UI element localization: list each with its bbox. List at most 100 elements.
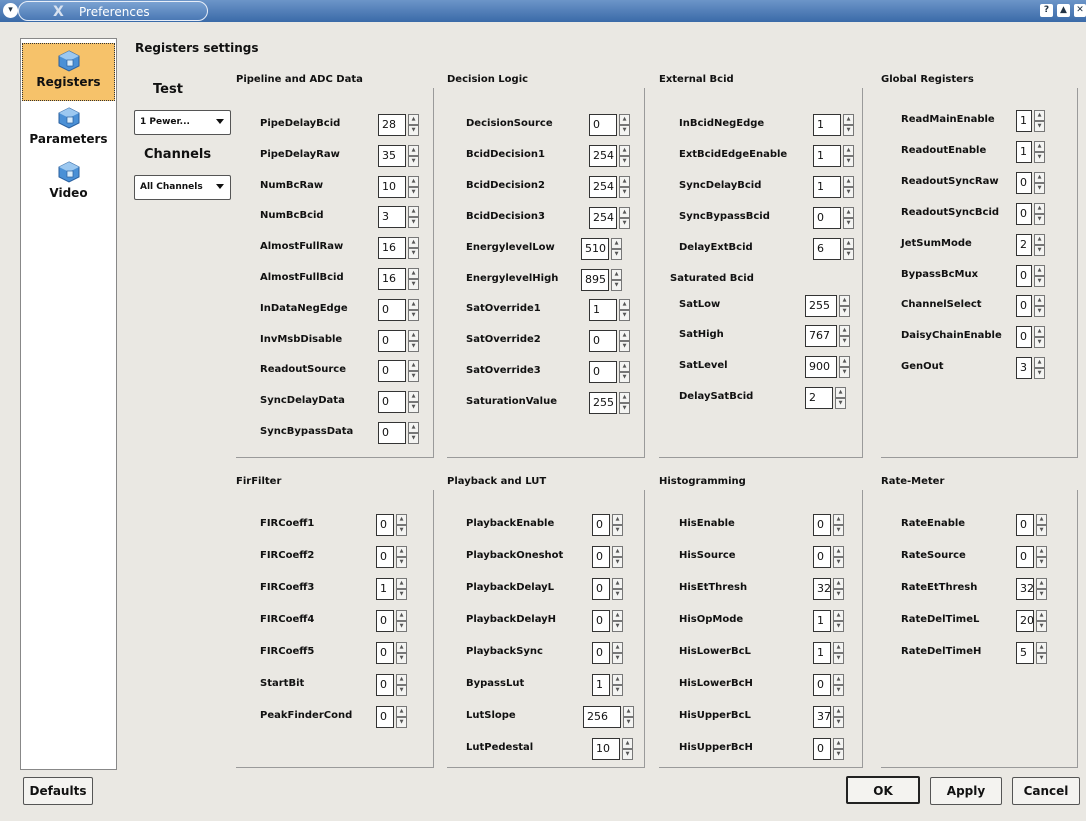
spinbox-value[interactable]: 1 [589,299,617,321]
register-spinbox[interactable]: 1 ▲ ▼ [1016,141,1045,163]
spin-up-icon[interactable]: ▲ [1034,295,1045,306]
spin-buttons[interactable]: ▲ ▼ [1036,578,1047,600]
spin-up-icon[interactable]: ▲ [1036,546,1047,557]
register-spinbox[interactable]: 1 ▲ ▼ [592,674,623,696]
spin-buttons[interactable]: ▲ ▼ [1034,234,1045,256]
spin-up-icon[interactable]: ▲ [1034,110,1045,121]
spin-buttons[interactable]: ▲ ▼ [1036,546,1047,568]
spin-buttons[interactable]: ▲ ▼ [619,176,630,198]
spin-down-icon[interactable]: ▼ [833,685,844,696]
spin-buttons[interactable]: ▲ ▼ [843,176,854,198]
spin-buttons[interactable]: ▲ ▼ [611,238,622,260]
spin-up-icon[interactable]: ▲ [612,514,623,525]
register-spinbox[interactable]: 0 ▲ ▼ [589,114,630,136]
register-spinbox[interactable]: 0 ▲ ▼ [1016,295,1045,317]
spin-buttons[interactable]: ▲ ▼ [612,610,623,632]
register-spinbox[interactable]: 32 ▲ ▼ [813,578,844,600]
spin-down-icon[interactable]: ▼ [612,685,623,696]
spin-up-icon[interactable]: ▲ [408,330,419,341]
register-spinbox[interactable]: 0 ▲ ▼ [592,610,623,632]
spinbox-value[interactable]: 0 [378,299,406,321]
spin-down-icon[interactable]: ▼ [839,367,850,378]
register-spinbox[interactable]: 0 ▲ ▼ [1016,546,1047,568]
spinbox-value[interactable]: 0 [589,114,617,136]
spin-up-icon[interactable]: ▲ [839,356,850,367]
spin-buttons[interactable]: ▲ ▼ [1036,514,1047,536]
register-spinbox[interactable]: 1 ▲ ▼ [813,642,844,664]
spin-up-icon[interactable]: ▲ [835,387,846,398]
spin-down-icon[interactable]: ▼ [408,217,419,228]
spin-buttons[interactable]: ▲ ▼ [839,325,850,347]
spinbox-value[interactable]: 767 [805,325,837,347]
spinbox-value[interactable]: 0 [592,642,610,664]
spinbox-value[interactable]: 35 [378,145,406,167]
spin-up-icon[interactable]: ▲ [1034,141,1045,152]
spin-down-icon[interactable]: ▼ [839,336,850,347]
spin-up-icon[interactable]: ▲ [408,422,419,433]
register-spinbox[interactable]: 0 ▲ ▼ [813,738,844,760]
spin-down-icon[interactable]: ▼ [396,685,407,696]
spin-up-icon[interactable]: ▲ [619,207,630,218]
spinbox-value[interactable]: 254 [589,176,617,198]
register-spinbox[interactable]: 0 ▲ ▼ [376,674,407,696]
spinbox-value[interactable]: 0 [376,642,394,664]
register-spinbox[interactable]: 255 ▲ ▼ [589,392,630,414]
spin-up-icon[interactable]: ▲ [408,145,419,156]
spin-down-icon[interactable]: ▼ [1034,337,1045,348]
spinbox-value[interactable]: 254 [589,145,617,167]
register-spinbox[interactable]: 5 ▲ ▼ [1016,642,1047,664]
spin-up-icon[interactable]: ▲ [611,269,622,280]
register-spinbox[interactable]: 254 ▲ ▼ [589,207,630,229]
register-spinbox[interactable]: 767 ▲ ▼ [805,325,850,347]
spin-down-icon[interactable]: ▼ [619,125,630,136]
spinbox-value[interactable]: 0 [592,546,610,568]
spinbox-value[interactable]: 10 [378,176,406,198]
spinbox-value[interactable]: 510 [581,238,609,260]
spin-up-icon[interactable]: ▲ [396,706,407,717]
spin-down-icon[interactable]: ▼ [396,717,407,728]
register-spinbox[interactable]: 0 ▲ ▼ [813,514,844,536]
spin-down-icon[interactable]: ▼ [622,749,633,760]
spin-down-icon[interactable]: ▼ [833,653,844,664]
register-spinbox[interactable]: 0 ▲ ▼ [378,391,419,413]
channels-select[interactable]: All Channels [134,175,231,200]
register-spinbox[interactable]: 3 ▲ ▼ [378,206,419,228]
apply-button[interactable]: Apply [930,777,1002,805]
spin-buttons[interactable]: ▲ ▼ [843,145,854,167]
register-spinbox[interactable]: 2 ▲ ▼ [1016,234,1045,256]
spin-buttons[interactable]: ▲ ▼ [1034,295,1045,317]
spin-buttons[interactable]: ▲ ▼ [396,642,407,664]
spinbox-value[interactable]: 255 [589,392,617,414]
spin-buttons[interactable]: ▲ ▼ [408,268,419,290]
close-icon[interactable]: ✕ [1074,4,1086,17]
spinbox-value[interactable]: 1 [813,610,831,632]
spinbox-value[interactable]: 0 [813,738,831,760]
spin-down-icon[interactable]: ▼ [396,653,407,664]
spin-down-icon[interactable]: ▼ [833,525,844,536]
spinbox-value[interactable]: 900 [805,356,837,378]
register-spinbox[interactable]: 0 ▲ ▼ [376,514,407,536]
register-spinbox[interactable]: 0 ▲ ▼ [1016,514,1047,536]
spin-buttons[interactable]: ▲ ▼ [839,356,850,378]
spin-buttons[interactable]: ▲ ▼ [623,706,634,728]
spin-down-icon[interactable]: ▼ [408,125,419,136]
spinbox-value[interactable]: 0 [1016,514,1034,536]
spin-up-icon[interactable]: ▲ [843,238,854,249]
cancel-button[interactable]: Cancel [1012,777,1080,805]
spin-up-icon[interactable]: ▲ [1036,642,1047,653]
spinbox-value[interactable]: 1 [592,674,610,696]
spin-down-icon[interactable]: ▼ [396,525,407,536]
spinbox-value[interactable]: 0 [378,330,406,352]
register-spinbox[interactable]: 0 ▲ ▼ [1016,203,1045,225]
spin-up-icon[interactable]: ▲ [619,392,630,403]
register-spinbox[interactable]: 6 ▲ ▼ [813,238,854,260]
spin-buttons[interactable]: ▲ ▼ [408,360,419,382]
spin-buttons[interactable]: ▲ ▼ [611,269,622,291]
register-spinbox[interactable]: 255 ▲ ▼ [805,295,850,317]
register-spinbox[interactable]: 35 ▲ ▼ [378,145,419,167]
title-bar[interactable]: ▾ X Preferences ? ▲ ✕ [0,0,1086,22]
spinbox-value[interactable]: 2 [805,387,833,409]
spin-up-icon[interactable]: ▲ [833,610,844,621]
spin-up-icon[interactable]: ▲ [833,642,844,653]
spinbox-value[interactable]: 1 [1016,110,1032,132]
